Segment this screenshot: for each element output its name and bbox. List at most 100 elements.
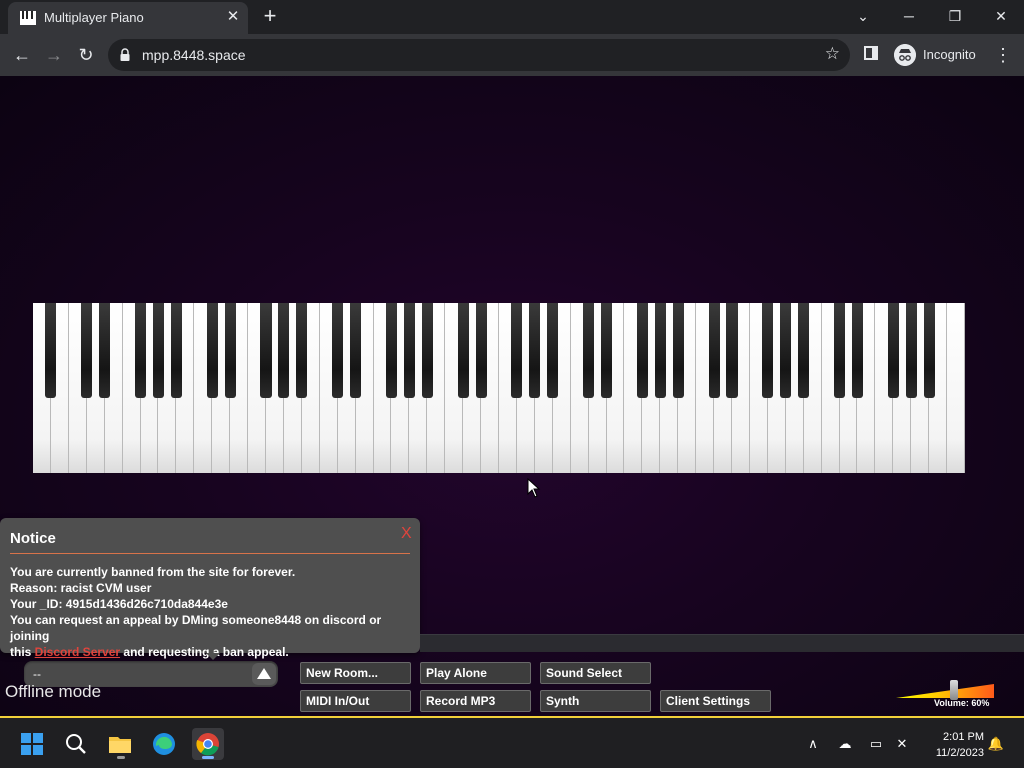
- black-key[interactable]: [260, 303, 272, 398]
- black-key[interactable]: [583, 303, 595, 398]
- tab-title: Multiplayer Piano: [44, 10, 144, 25]
- black-key[interactable]: [887, 303, 899, 398]
- black-key[interactable]: [134, 303, 147, 398]
- onedrive-icon[interactable]: ☁: [835, 734, 855, 754]
- volume-knob[interactable]: [950, 680, 958, 700]
- black-key[interactable]: [529, 303, 541, 398]
- black-key[interactable]: [905, 303, 917, 398]
- speaker-muted-icon[interactable]: ✕: [892, 734, 912, 754]
- synth-button[interactable]: Synth: [540, 690, 651, 712]
- incognito-label: Incognito: [923, 47, 976, 62]
- taskbar-clock[interactable]: 2:01 PM 11/2/2023: [920, 729, 984, 761]
- notice-body: You are currently banned from the site f…: [10, 564, 414, 660]
- bookmark-star-icon[interactable]: ☆: [825, 44, 840, 64]
- record-mp3-button[interactable]: Record MP3: [420, 690, 531, 712]
- black-key[interactable]: [99, 303, 111, 398]
- midi-button[interactable]: MIDI In/Out: [300, 690, 411, 712]
- room-select-arrow-icon[interactable]: [252, 663, 276, 685]
- piano-keyboard[interactable]: [33, 303, 965, 473]
- browser-tab[interactable]: Multiplayer Piano ✕: [8, 2, 248, 34]
- notice-pointer: [206, 653, 220, 660]
- minimize-button[interactable]: ─: [886, 0, 932, 32]
- black-key[interactable]: [600, 303, 613, 398]
- room-select-value: --: [33, 667, 41, 681]
- tab-search-button[interactable]: ⌄: [840, 0, 886, 32]
- black-key[interactable]: [798, 303, 810, 398]
- search-icon[interactable]: [60, 728, 92, 760]
- notice-line: You are currently banned from the site f…: [10, 565, 296, 579]
- black-key[interactable]: [851, 303, 863, 398]
- restore-button[interactable]: ❐: [932, 0, 978, 32]
- notification-bell-icon[interactable]: 🔔: [986, 734, 1006, 754]
- incognito-profile-button[interactable]: Incognito: [890, 40, 986, 70]
- edge-browser-icon[interactable]: [148, 728, 180, 760]
- client-settings-button[interactable]: Client Settings: [660, 690, 771, 712]
- black-key[interactable]: [296, 303, 308, 398]
- side-panel-icon[interactable]: [864, 46, 878, 60]
- windows-start-icon[interactable]: [16, 728, 48, 760]
- forward-arrow-icon[interactable]: →: [42, 43, 66, 67]
- black-key[interactable]: [385, 303, 397, 398]
- address-bar[interactable]: mpp.8448.space ☆: [108, 39, 850, 71]
- black-key[interactable]: [224, 303, 236, 398]
- black-key[interactable]: [45, 303, 57, 398]
- black-key[interactable]: [708, 303, 720, 398]
- notice-popup: Notice X You are currently banned from t…: [0, 518, 420, 659]
- url-text[interactable]: mpp.8448.space: [142, 47, 246, 63]
- black-key[interactable]: [672, 303, 684, 398]
- black-key[interactable]: [152, 303, 164, 398]
- black-key[interactable]: [81, 303, 93, 398]
- chrome-browser-icon[interactable]: [192, 728, 224, 760]
- black-key[interactable]: [421, 303, 433, 398]
- black-key[interactable]: [170, 303, 182, 398]
- black-key[interactable]: [726, 303, 738, 398]
- black-key[interactable]: [654, 303, 666, 398]
- clock-date: 11/2/2023: [935, 747, 984, 759]
- black-key[interactable]: [762, 303, 774, 398]
- sound-select-button[interactable]: Sound Select: [540, 662, 651, 684]
- bottom-divider-strip: [420, 634, 1024, 652]
- black-key[interactable]: [636, 303, 648, 398]
- notice-line: Reason: racist CVM user: [10, 581, 152, 595]
- notice-line-suffix: and requesting a ban appeal.: [120, 645, 289, 659]
- piano-favicon-icon: [20, 11, 36, 25]
- notice-line: You can request an appeal by DMing someo…: [10, 613, 382, 643]
- black-key[interactable]: [278, 303, 290, 398]
- page-accent-line: [0, 716, 1024, 718]
- browser-menu-icon[interactable]: ⋮: [994, 43, 1012, 67]
- black-key[interactable]: [332, 303, 344, 398]
- connection-status: Offline mode: [5, 682, 102, 701]
- mouse-cursor-icon: [527, 478, 541, 498]
- black-key[interactable]: [206, 303, 218, 398]
- black-key[interactable]: [923, 303, 935, 398]
- notice-close-button[interactable]: X: [401, 525, 412, 543]
- play-alone-button[interactable]: Play Alone: [420, 662, 531, 684]
- discord-server-link[interactable]: Discord Server: [35, 645, 120, 659]
- volume-slider[interactable]: Volume: 60%: [896, 680, 994, 708]
- white-key[interactable]: [947, 303, 965, 473]
- new-tab-button[interactable]: +: [258, 4, 282, 28]
- new-room-button[interactable]: New Room...: [300, 662, 411, 684]
- network-icon[interactable]: ▭: [866, 734, 886, 754]
- black-key[interactable]: [350, 303, 362, 398]
- black-key[interactable]: [511, 303, 523, 398]
- black-key[interactable]: [403, 303, 415, 398]
- clock-time: 2:01 PM: [943, 731, 984, 743]
- black-key[interactable]: [457, 303, 469, 398]
- black-key[interactable]: [547, 303, 559, 398]
- chevron-up-icon[interactable]: ∧: [803, 734, 823, 754]
- reload-icon[interactable]: ↻: [74, 43, 98, 67]
- lock-icon: [120, 48, 130, 61]
- black-key[interactable]: [475, 303, 487, 398]
- notice-title: Notice: [10, 530, 56, 547]
- close-window-button[interactable]: ✕: [978, 0, 1024, 32]
- black-key[interactable]: [833, 303, 846, 398]
- piano-page: Notice X You are currently banned from t…: [0, 76, 1024, 718]
- tab-close-icon[interactable]: ✕: [224, 8, 242, 26]
- notice-line: Your _ID: 4915d1436d26c710da844e3e: [10, 597, 228, 611]
- black-key[interactable]: [780, 303, 792, 398]
- volume-label: Volume: 60%: [934, 698, 990, 708]
- notice-divider: [10, 553, 410, 554]
- back-arrow-icon[interactable]: ←: [10, 43, 34, 67]
- file-explorer-icon[interactable]: [104, 728, 136, 760]
